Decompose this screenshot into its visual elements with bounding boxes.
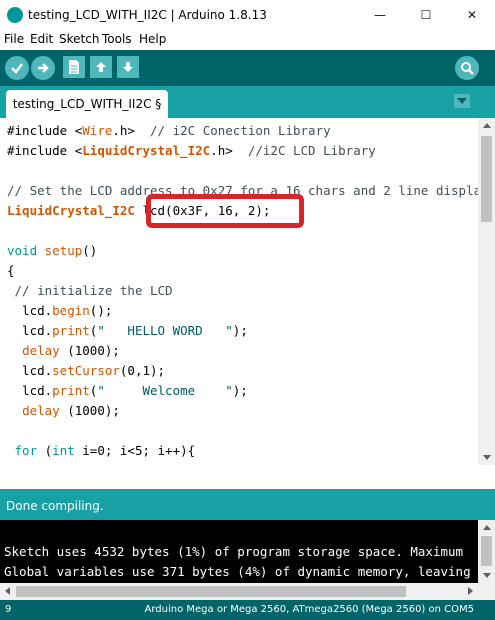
console-vertical-scrollbar[interactable]	[478, 520, 495, 583]
console-horizontal-scrollbar[interactable]	[0, 583, 495, 600]
arrow-up-icon	[96, 62, 106, 72]
scroll-up-icon[interactable]	[483, 123, 491, 128]
maximize-button[interactable]: ☐	[403, 0, 449, 30]
minimize-button[interactable]: —	[357, 0, 403, 30]
scroll-thumb[interactable]	[481, 536, 492, 566]
footer-bar: 9 Arduino Mega or Mega 2560, ATmega2560 …	[0, 600, 495, 620]
tab-menu-chevron-icon[interactable]	[454, 94, 470, 108]
save-button[interactable]	[117, 56, 139, 78]
console-output[interactable]: Sketch uses 4532 bytes (1%) of program s…	[0, 520, 478, 583]
close-button[interactable]: ✕	[449, 0, 495, 30]
code-text[interactable]: #include <Wire.h> // i2C Conection Libra…	[7, 121, 478, 465]
maximize-icon: ☐	[420, 8, 432, 22]
board-info: Arduino Mega or Mega 2560, ATmega2560 (M…	[144, 604, 474, 615]
line-number: 9	[5, 604, 12, 615]
menu-edit[interactable]: Edit	[30, 32, 53, 46]
status-bar: Done compiling.	[0, 489, 495, 520]
verify-button[interactable]	[5, 56, 29, 80]
menu-file[interactable]: File	[4, 32, 24, 46]
window-title: testing_LCD_WITH_II2C | Arduino 1.8.13	[28, 8, 267, 22]
menu-sketch[interactable]: Sketch	[59, 32, 99, 46]
pane-splitter[interactable]	[0, 465, 495, 489]
menu-help[interactable]: Help	[139, 32, 166, 46]
scroll-right-icon[interactable]	[468, 587, 473, 595]
tab-strip: testing_LCD_WITH_II2C §	[0, 86, 495, 118]
status-message: Done compiling.	[6, 499, 104, 513]
arrow-down-icon	[123, 62, 133, 72]
code-editor[interactable]: #include <Wire.h> // i2C Conection Libra…	[0, 118, 478, 465]
console-text: Sketch uses 4532 bytes (1%) of program s…	[4, 542, 471, 582]
menu-tools[interactable]: Tools	[102, 32, 132, 46]
console-line: Global variables use 371 bytes (4%) of d…	[4, 564, 471, 579]
annotation-highlight-box	[146, 194, 304, 228]
scroll-thumb[interactable]	[481, 136, 492, 222]
minimize-icon: —	[374, 8, 386, 22]
arrow-right-icon	[38, 63, 49, 73]
scroll-down-icon[interactable]	[483, 573, 491, 578]
editor-vertical-scrollbar[interactable]	[478, 118, 495, 465]
serial-monitor-button[interactable]	[455, 56, 479, 80]
console-line: Sketch uses 4532 bytes (1%) of program s…	[4, 544, 464, 559]
upload-button[interactable]	[31, 56, 55, 80]
check-icon	[11, 63, 23, 74]
tab-sketch[interactable]: testing_LCD_WITH_II2C §	[6, 90, 168, 118]
menu-bar: File Edit Sketch Tools Help	[0, 30, 495, 50]
scroll-left-icon[interactable]	[5, 587, 10, 595]
scroll-up-icon[interactable]	[483, 525, 491, 530]
title-bar: testing_LCD_WITH_II2C | Arduino 1.8.13 —…	[0, 0, 495, 30]
arduino-logo-icon	[7, 7, 23, 23]
toolbar	[0, 50, 495, 86]
scroll-thumb[interactable]	[16, 586, 406, 597]
magnifier-icon	[461, 62, 474, 75]
close-icon: ✕	[466, 8, 478, 22]
new-sketch-button[interactable]	[63, 56, 85, 78]
scroll-down-icon[interactable]	[483, 455, 491, 460]
document-icon	[69, 60, 79, 74]
open-button[interactable]	[90, 56, 112, 78]
